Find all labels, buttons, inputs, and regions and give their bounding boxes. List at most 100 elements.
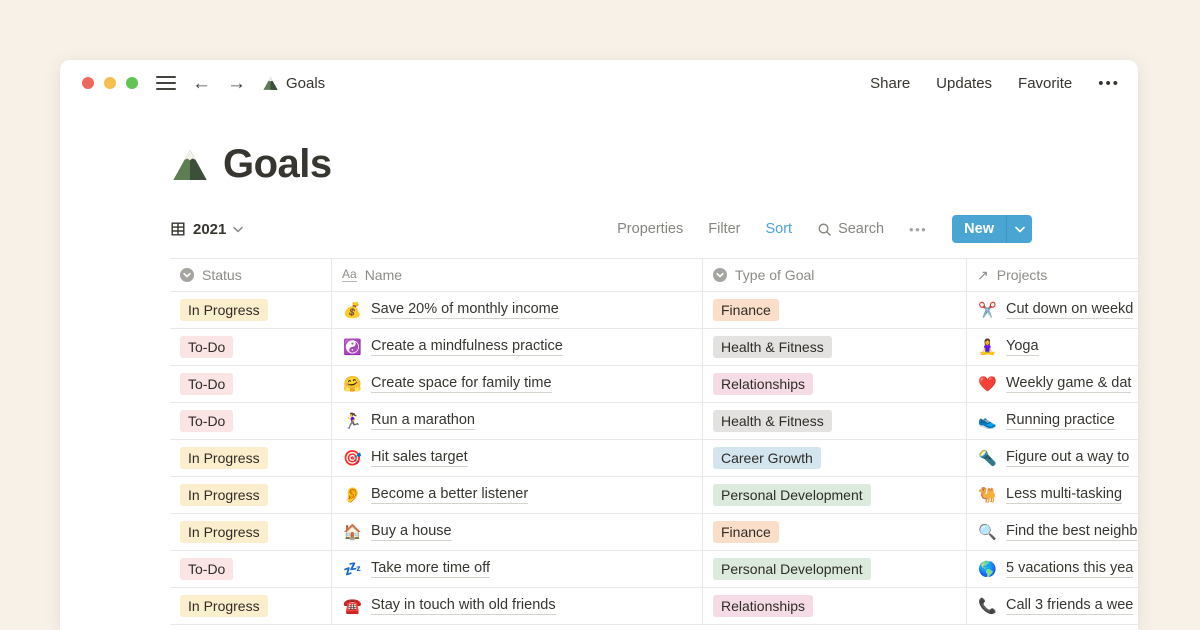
column-header-name[interactable]: Aa Name <box>332 259 703 291</box>
updates-button[interactable]: Updates <box>936 75 992 92</box>
table-view-icon <box>170 221 186 237</box>
project-link[interactable]: Running practice <box>1006 412 1115 430</box>
minimize-window-button[interactable] <box>104 77 116 89</box>
table-row[interactable]: To-Do 🏃‍♀️ Run a marathon Health & Fitne… <box>170 403 1138 440</box>
column-header-status[interactable]: Status <box>170 259 332 291</box>
project-emoji-icon: 🔍 <box>977 523 998 541</box>
column-header-projects[interactable]: ↗ Projects <box>967 259 1138 291</box>
breadcrumb[interactable]: Goals <box>262 75 325 92</box>
goal-name-link[interactable]: Save 20% of monthly income <box>371 301 559 319</box>
text-property-icon: Aa <box>342 268 357 282</box>
goals-table: Status Aa Name Type of Goal ↗ Projects I… <box>170 258 1138 625</box>
new-button[interactable]: New <box>952 215 1006 243</box>
project-link[interactable]: Call 3 friends a wee <box>1006 597 1133 615</box>
project-link[interactable]: Find the best neighb <box>1006 523 1137 541</box>
sort-button[interactable]: Sort <box>765 221 792 237</box>
view-toolbar: 2021 Properties Filter Sort Search ••• N… <box>170 214 1032 244</box>
type-of-goal-badge[interactable]: Personal Development <box>713 484 871 506</box>
status-badge[interactable]: To-Do <box>180 558 233 580</box>
goal-name-link[interactable]: Hit sales target <box>371 449 468 467</box>
type-of-goal-badge[interactable]: Finance <box>713 299 779 321</box>
goal-emoji-icon: 💤 <box>342 560 363 578</box>
goal-emoji-icon: 🏠 <box>342 523 363 541</box>
project-emoji-icon: 📞 <box>977 597 998 615</box>
breadcrumb-label: Goals <box>286 75 325 92</box>
goal-emoji-icon: 👂 <box>342 486 363 504</box>
project-link[interactable]: Yoga <box>1006 338 1039 356</box>
filter-button[interactable]: Filter <box>708 221 740 237</box>
table-header-row: Status Aa Name Type of Goal ↗ Projects <box>170 259 1138 292</box>
table-row[interactable]: In Progress ☎️ Stay in touch with old fr… <box>170 588 1138 625</box>
zoom-window-button[interactable] <box>126 77 138 89</box>
view-switcher[interactable]: 2021 <box>170 221 243 238</box>
table-row[interactable]: To-Do 🤗 Create space for family time Rel… <box>170 366 1138 403</box>
share-button[interactable]: Share <box>870 75 910 92</box>
column-label: Name <box>365 267 402 283</box>
table-row[interactable]: In Progress 🎯 Hit sales target Career Gr… <box>170 440 1138 477</box>
goal-emoji-icon: 🤗 <box>342 375 363 393</box>
status-badge[interactable]: To-Do <box>180 373 233 395</box>
project-emoji-icon: 🧘‍♀️ <box>977 338 998 356</box>
goal-name-link[interactable]: Become a better listener <box>371 486 528 504</box>
goal-name-link[interactable]: Create space for family time <box>371 375 552 393</box>
column-label: Status <box>202 267 242 283</box>
favorite-button[interactable]: Favorite <box>1018 75 1072 92</box>
type-of-goal-badge[interactable]: Health & Fitness <box>713 336 832 358</box>
goal-emoji-icon: 🏃‍♀️ <box>342 412 363 430</box>
project-link[interactable]: Weekly game & dat <box>1006 375 1131 393</box>
goal-emoji-icon: 💰 <box>342 301 363 319</box>
status-badge[interactable]: To-Do <box>180 336 233 358</box>
titlebar-actions: Share Updates Favorite ••• <box>870 75 1120 92</box>
table-row[interactable]: To-Do 💤 Take more time off Personal Deve… <box>170 551 1138 588</box>
table-row[interactable]: In Progress 👂 Become a better listener P… <box>170 477 1138 514</box>
page-title: Goals <box>223 142 332 187</box>
status-badge[interactable]: In Progress <box>180 521 268 543</box>
mountain-icon <box>262 75 279 92</box>
search-label: Search <box>838 221 884 237</box>
goal-name-link[interactable]: Create a mindfulness practice <box>371 338 563 356</box>
project-emoji-icon: 🔦 <box>977 449 998 467</box>
table-row[interactable]: To-Do ☯️ Create a mindfulness practice H… <box>170 329 1138 366</box>
status-badge[interactable]: In Progress <box>180 447 268 469</box>
table-row[interactable]: In Progress 💰 Save 20% of monthly income… <box>170 292 1138 329</box>
table-row[interactable]: In Progress 🏠 Buy a house Finance 🔍 Find… <box>170 514 1138 551</box>
type-of-goal-badge[interactable]: Finance <box>713 521 779 543</box>
type-of-goal-badge[interactable]: Career Growth <box>713 447 821 469</box>
page-mountain-icon[interactable] <box>170 145 210 185</box>
project-emoji-icon: 👟 <box>977 412 998 430</box>
goal-name-link[interactable]: Take more time off <box>371 560 490 578</box>
goal-emoji-icon: ☯️ <box>342 338 363 356</box>
new-dropdown-button[interactable] <box>1006 215 1032 243</box>
goal-name-link[interactable]: Run a marathon <box>371 412 475 430</box>
close-window-button[interactable] <box>82 77 94 89</box>
project-link[interactable]: Less multi-tasking <box>1006 486 1122 504</box>
page-header: Goals <box>60 106 1138 187</box>
project-link[interactable]: Figure out a way to <box>1006 449 1129 467</box>
goal-name-link[interactable]: Stay in touch with old friends <box>371 597 556 615</box>
column-header-type-of-goal[interactable]: Type of Goal <box>703 259 967 291</box>
goal-name-link[interactable]: Buy a house <box>371 523 452 541</box>
status-badge[interactable]: To-Do <box>180 410 233 432</box>
status-badge[interactable]: In Progress <box>180 299 268 321</box>
sidebar-menu-icon[interactable] <box>156 76 176 90</box>
select-property-icon <box>180 268 194 282</box>
project-link[interactable]: 5 vacations this yea <box>1006 560 1133 578</box>
status-badge[interactable]: In Progress <box>180 484 268 506</box>
search-button[interactable]: Search <box>817 221 884 237</box>
type-of-goal-badge[interactable]: Relationships <box>713 373 813 395</box>
project-link[interactable]: Cut down on weekd <box>1006 301 1133 319</box>
new-split-button: New <box>952 215 1032 243</box>
properties-button[interactable]: Properties <box>617 221 683 237</box>
type-of-goal-badge[interactable]: Relationships <box>713 595 813 617</box>
view-name: 2021 <box>193 221 226 238</box>
forward-arrow-icon[interactable]: → <box>227 74 246 93</box>
chevron-down-icon <box>233 226 243 233</box>
status-badge[interactable]: In Progress <box>180 595 268 617</box>
more-options-icon[interactable]: ••• <box>1098 75 1120 92</box>
notion-window: ← → Goals Share Updates Favorite ••• Goa… <box>60 60 1138 630</box>
toolbar-more-icon[interactable]: ••• <box>909 222 927 237</box>
type-of-goal-badge[interactable]: Health & Fitness <box>713 410 832 432</box>
type-of-goal-badge[interactable]: Personal Development <box>713 558 871 580</box>
back-arrow-icon[interactable]: ← <box>192 74 211 93</box>
titlebar: ← → Goals Share Updates Favorite ••• <box>60 60 1138 106</box>
